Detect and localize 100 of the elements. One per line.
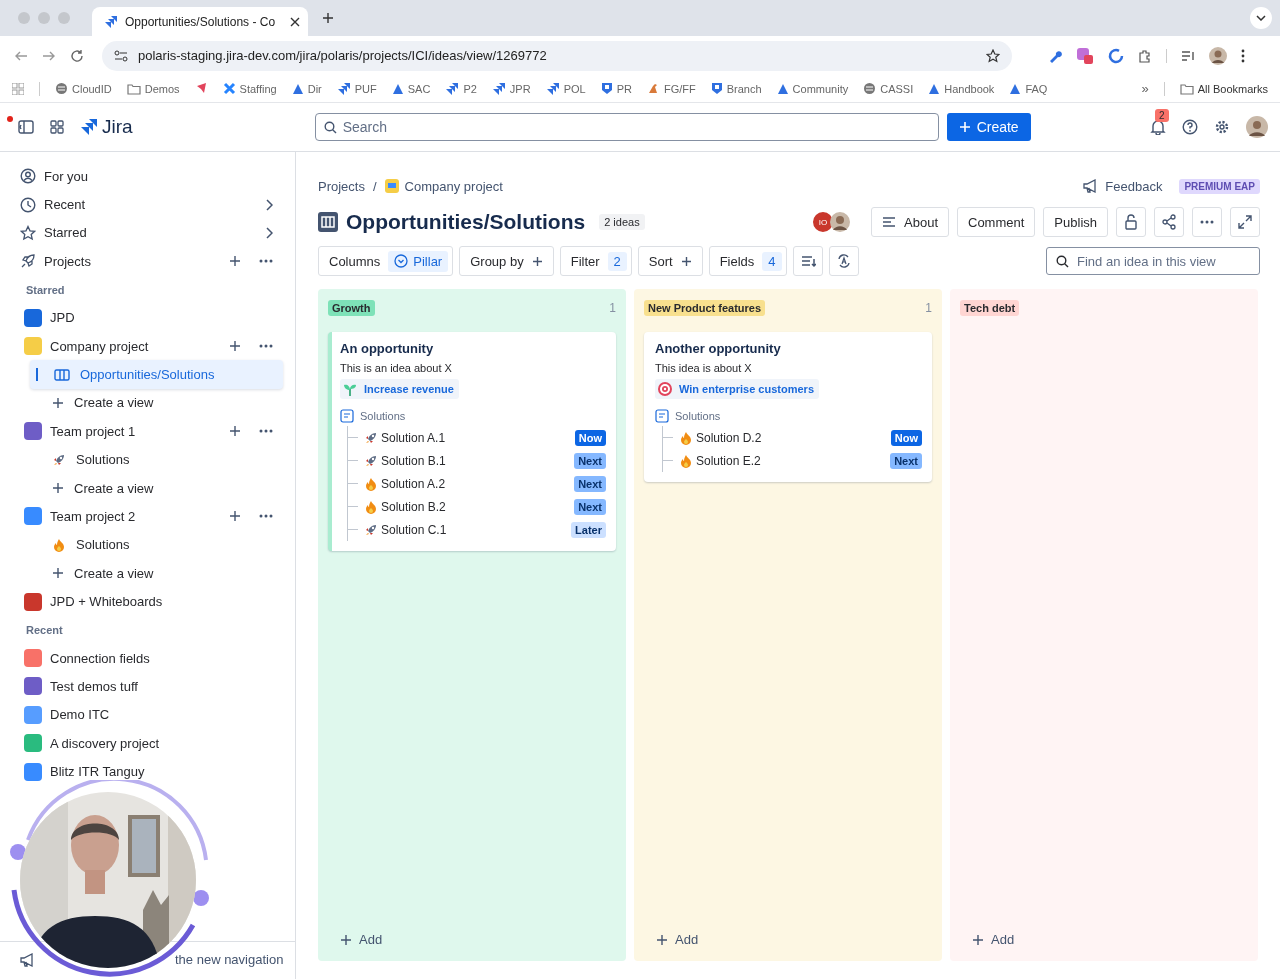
solution-link[interactable]: Solution D.2 [696,430,888,445]
idea-card[interactable]: Another opportunity This idea is about X Win enterprise customers Solutions Solution D.2 Now Solution E.2 Next [644,332,932,482]
address-bar[interactable]: polaris-staging.jira-dev.com/jira/polaris/projects/ICI/ideas/view/1269772 [102,40,1012,71]
breadcrumb-link[interactable]: Projects [318,178,365,194]
add-button[interactable]: Add [960,932,1015,951]
card-size-icon [799,253,816,269]
more-icon [259,514,273,519]
create-view-button[interactable]: Create a view [30,473,283,503]
solution-link[interactable]: Solution A.1 [381,430,572,445]
settings-icon[interactable] [1214,119,1230,135]
bookmark[interactable]: PUF [336,81,377,96]
bookmark[interactable]: POL [545,81,586,96]
action-button[interactable]: About [871,207,949,237]
auto-arrange-button[interactable] [828,246,859,276]
folder-icon [1179,82,1194,95]
pillar-tag[interactable]: Increase revenue [340,379,459,399]
find-idea-field[interactable]: Find an idea in this view [1046,247,1260,275]
project-item[interactable]: Company project [14,331,283,361]
bookmark[interactable]: Staffing [222,82,277,95]
pillar-tag[interactable]: Win enterprise customers [655,379,819,399]
bookmark[interactable]: Branch [710,82,762,95]
bookmark[interactable]: Dir [291,82,322,95]
nav-item[interactable]: For you [14,162,283,191]
share-button[interactable] [1154,207,1184,237]
bookmark[interactable]: Demos [126,82,180,95]
column-label: Tech debt [960,300,1020,316]
app-name[interactable]: Jira [102,116,133,138]
fields-button[interactable]: Fields 4 [708,246,787,276]
rocket-icon [364,453,378,468]
expand-button[interactable] [1230,207,1260,237]
add-button[interactable]: Add [328,932,383,951]
create-view-button[interactable]: Create a view [30,388,283,418]
bookmark[interactable]: CASSI [863,82,914,95]
bell-icon[interactable] [1150,119,1166,135]
status-tag: Next [890,452,922,469]
pillar-chip[interactable]: Pillar [388,250,449,272]
solution-link[interactable]: Solution B.1 [381,453,572,468]
project-item[interactable]: JPD [14,303,283,332]
action-button[interactable]: Publish [1043,207,1108,237]
tab-list-button[interactable] [1250,7,1272,29]
more-bookmarks-button[interactable]: » [1141,81,1149,96]
user-avatar-icon[interactable] [1246,116,1268,138]
bookmark[interactable]: PR [600,82,632,95]
project-item[interactable]: Team project 2 [14,502,283,531]
help-icon[interactable] [1182,119,1198,135]
project-item[interactable]: Connection fields [14,643,283,673]
board-icon [54,367,70,382]
nav-item[interactable]: Starred [14,218,283,248]
unlocked-button[interactable] [1116,207,1146,237]
plus-icon [531,255,543,267]
megaphone-icon [20,952,35,967]
app-switcher-icon[interactable] [50,120,64,134]
feedback-link[interactable]: the new navigation [175,952,284,967]
breadcrumb-link[interactable]: Company project [404,178,503,194]
site-settings-icon [114,49,128,62]
card-size-button[interactable] [792,246,823,276]
group-by-button[interactable]: Group by [459,246,554,276]
view-item[interactable]: Solutions [30,530,283,560]
filter-button[interactable]: Filter 2 [559,246,632,276]
user-avatar[interactable]: IO [811,210,835,234]
create-view-button[interactable]: Create a view [30,559,283,588]
create-button[interactable]: Create [946,113,1031,141]
bookmark[interactable]: SAC [391,82,431,95]
bookmark[interactable]: Community [776,82,849,95]
bookmark[interactable]: FAQ [1009,82,1048,95]
project-item[interactable]: A discovery project [14,729,283,758]
project-item[interactable]: JPD + Whiteboards [14,587,283,616]
search-field[interactable]: Search [314,113,939,141]
columns-label: Columns [329,253,381,269]
sidebar-toggle-icon[interactable] [18,120,34,134]
solution-link[interactable]: Solution C.1 [381,522,569,537]
project-item[interactable]: Test demos tuff [14,672,283,701]
project-item[interactable]: Demo ITC [14,700,283,730]
lines-icon [882,216,896,228]
view-item[interactable]: Opportunities/Solutions [30,360,283,389]
bookmark[interactable]: P2 [445,81,477,96]
bookmark[interactable]: Handbook [928,82,995,95]
idea-card[interactable]: An opportunity This is an idea about X Increase revenue Solutions Solution A.1 Now Solution B.1 Next Solution A.2 Next Solution B.2 Next Solution C.1 Later [328,332,616,551]
solution-link[interactable]: Solution B.2 [381,499,572,514]
add-button[interactable]: Add [644,932,699,951]
bookmark[interactable]: JPR [491,81,531,96]
bookmark[interactable]: FG/FF [646,82,696,95]
project-item[interactable]: Blitz ITR Tanguy [14,757,283,786]
nav-item[interactable]: Projects [14,247,283,276]
columns-button[interactable]: Columns Pillar [318,246,454,276]
browser-tab[interactable]: Opportunities/Solutions - Co [92,7,308,36]
bookmark[interactable]: CloudID [55,82,112,95]
solutions-label: Solutions [675,410,721,422]
sort-button[interactable]: Sort [637,246,703,276]
action-button[interactable]: Comment [957,207,1036,237]
solution-link[interactable]: Solution A.2 [381,476,572,491]
view-item[interactable]: Solutions [30,445,283,474]
feedback-button[interactable]: Feedback [1105,178,1163,194]
all-bookmarks-button[interactable]: All Bookmarks [1179,82,1268,95]
flame-icon [52,537,66,552]
nav-item[interactable]: Recent [14,190,283,219]
flame-icon [364,476,378,491]
project-item[interactable]: Team project 1 [14,417,283,446]
note-icon [655,409,669,423]
solution-link[interactable]: Solution E.2 [696,453,888,468]
